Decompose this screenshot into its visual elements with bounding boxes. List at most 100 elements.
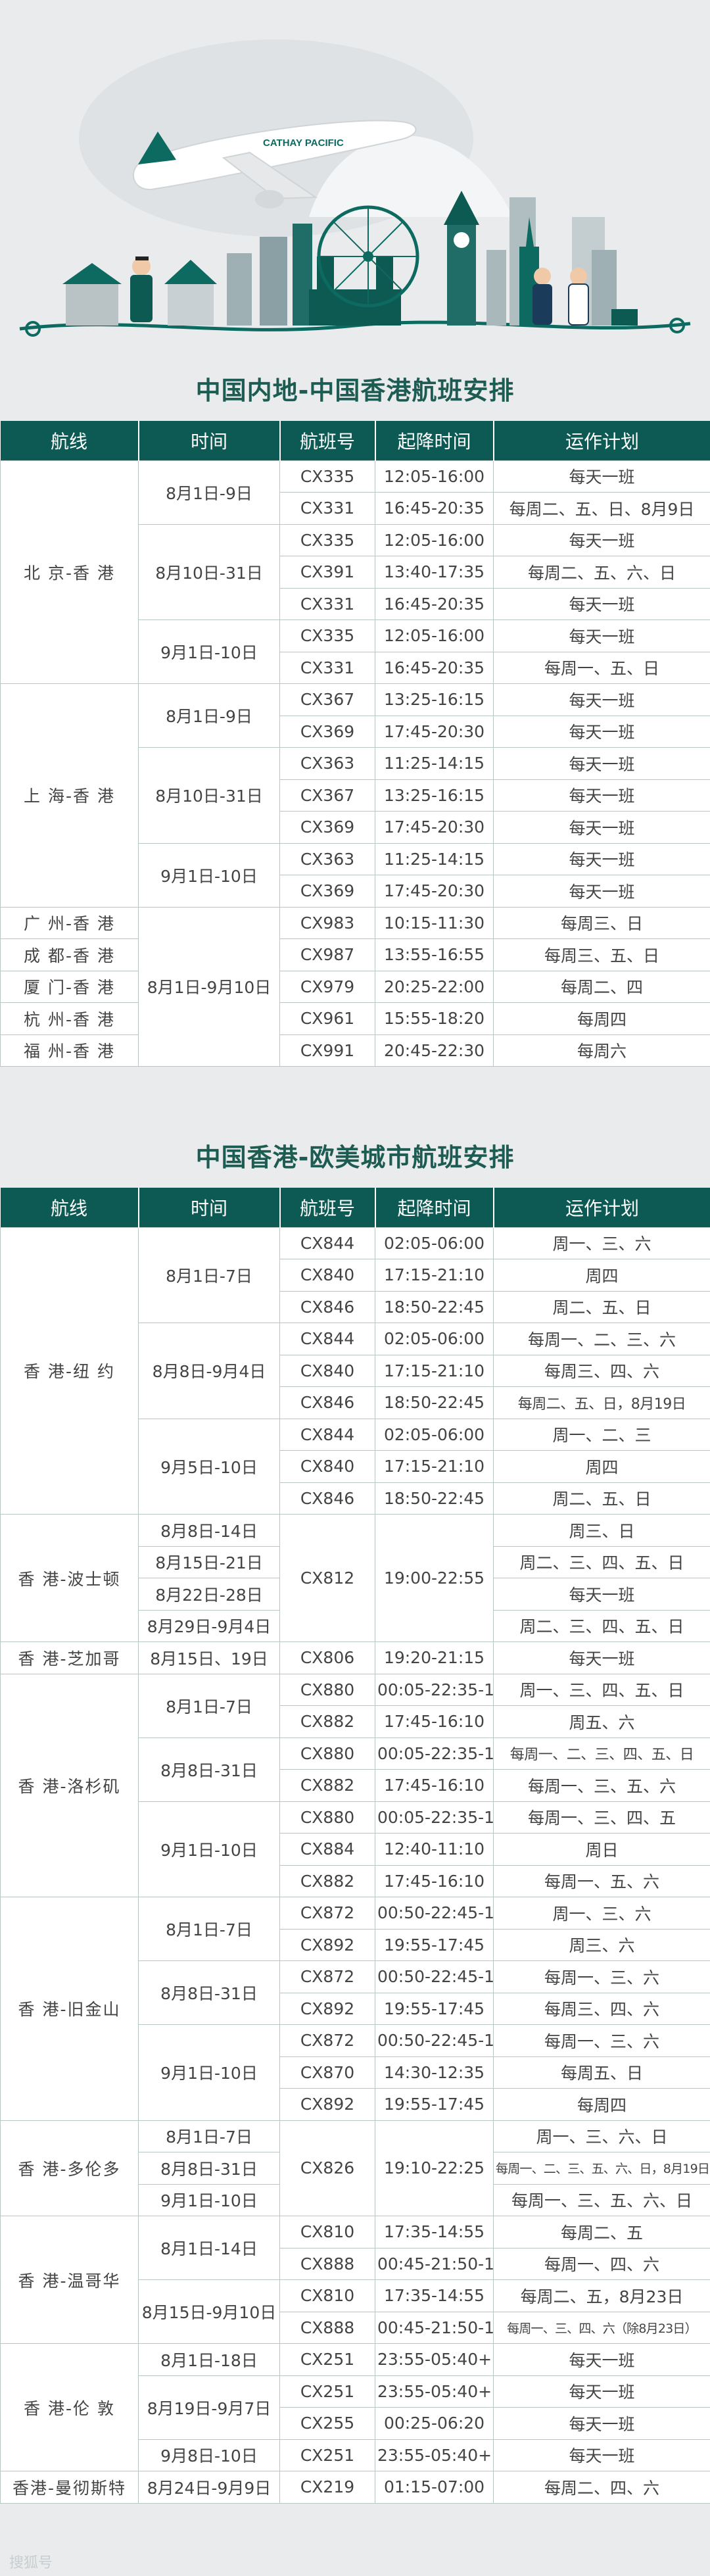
plan-cell: 每周三、四、六 (493, 1354, 710, 1387)
flight-number-cell: CX987 (279, 938, 375, 971)
plan-cell: 每周一、五、六 (493, 1864, 710, 1897)
flight-number-cell: CX363 (279, 842, 375, 875)
time-cell: 23:55-05:40+1 (375, 2343, 494, 2376)
time-cell: 19:55-17:45 (375, 1928, 494, 1961)
flight-number-cell: CX812 (279, 1514, 375, 1642)
route-cell: 厦 门-香 港 (0, 970, 139, 1003)
route-cell: 香 港-波士顿 (0, 1514, 139, 1642)
time-cell: 02:05-06:00 (375, 1418, 494, 1451)
route-cell: 广 州-香 港 (0, 906, 139, 939)
time-cell: 00:50-22:45-1 (375, 1960, 494, 1993)
date-cell: 9月1日-10日 (138, 842, 280, 908)
flight-number-cell: CX391 (279, 556, 375, 589)
time-cell: 19:10-22:25 (375, 2120, 494, 2216)
flight-number-cell: CX979 (279, 970, 375, 1003)
flight-number-cell: CX888 (279, 2247, 375, 2280)
time-cell: 19:55-17:45 (375, 2088, 494, 2121)
schedule-table: 航线 时间 航班号 起降时间 运作计划北 京-香 港 8月1日-9日 CX335 12:05-… (0, 421, 710, 1067)
plan-cell: 每天一班 (493, 683, 710, 716)
time-cell: 17:45-20:30 (375, 811, 494, 844)
table-row: 杭 州-香 港 CX961 15:55-18:20 每周四 (0, 1002, 710, 1035)
plan-cell: 每周三、五、日 (493, 938, 710, 971)
time-cell: 13:55-16:55 (375, 938, 494, 971)
date-cell: 9月1日-10日 (138, 620, 280, 684)
flight-number-cell: CX810 (279, 2216, 375, 2248)
date-cell: 8月1日-7日 (138, 1673, 280, 1738)
flight-number-cell: CX335 (279, 620, 375, 652)
plan-cell: 周二、五、日 (493, 1482, 710, 1515)
plan-cell: 周一、三、六、日 (493, 2120, 710, 2152)
time-cell: 17:15-21:10 (375, 1354, 494, 1387)
plan-cell: 周一、三、六 (493, 1897, 710, 1930)
date-cell: 8月8日-31日 (138, 1960, 280, 2025)
route-cell: 香 港-芝加哥 (0, 1641, 139, 1674)
route-cell: 福 州-香 港 (0, 1034, 139, 1067)
date-cell: 8月22日-28日 (138, 1578, 280, 1611)
table-header-row: 航线 时间 航班号 起降时间 运作计划 (0, 421, 710, 460)
plan-cell: 每周四 (493, 2088, 710, 2121)
date-cell: 8月10日-31日 (138, 523, 280, 620)
flight-number-cell: CX880 (279, 1673, 375, 1706)
flight-number-cell: CX882 (279, 1864, 375, 1897)
date-cell: 8月1日-9月10日 (138, 906, 280, 1067)
column-header: 运作计划 (493, 1188, 710, 1227)
plan-cell: 每周六 (493, 1034, 710, 1067)
time-cell: 10:15-11:30 (375, 906, 494, 939)
plan-cell: 周三、日 (493, 1514, 710, 1547)
time-cell: 16:45-20:35 (375, 651, 494, 684)
column-header: 航班号 (279, 1188, 376, 1227)
date-cell: 9月1日-10日 (138, 1801, 280, 1897)
plan-cell: 每天一班 (493, 620, 710, 652)
plan-cell: 每周一、五、日 (493, 651, 710, 684)
flight-number-cell: CX844 (279, 1323, 375, 1355)
plan-cell: 每周五、日 (493, 2056, 710, 2089)
flight-number-cell: CX880 (279, 1801, 375, 1834)
date-cell: 8月8日-9月4日 (138, 1323, 280, 1419)
time-cell: 17:15-21:10 (375, 1259, 494, 1292)
date-cell: 9月1日-10日 (138, 2024, 280, 2121)
flight-number-cell: CX872 (279, 1897, 375, 1930)
flight-number-cell: CX255 (279, 2407, 375, 2440)
date-cell: 8月1日-7日 (138, 2120, 280, 2152)
time-cell: 17:45-16:10 (375, 1769, 494, 1802)
column-header: 时间 (138, 1188, 281, 1227)
flight-number-cell: CX882 (279, 1705, 375, 1738)
flight-number-cell: CX844 (279, 1227, 375, 1259)
time-cell: 00:05-22:35-1 (375, 1737, 494, 1770)
date-cell: 8月29日-9月4日 (138, 1609, 280, 1642)
column-header: 航班号 (279, 421, 376, 460)
flight-number-cell: CX367 (279, 779, 375, 812)
flight-number-cell: CX331 (279, 651, 375, 684)
plan-cell: 每周三、四、六 (493, 1992, 710, 2025)
column-header: 起降时间 (375, 1188, 494, 1227)
plan-cell: 周四 (493, 1259, 710, 1292)
plan-cell: 每周一、四、六 (493, 2247, 710, 2280)
plan-cell: 每天一班 (493, 587, 710, 620)
flight-number-cell: CX983 (279, 906, 375, 939)
date-cell: 8月15日-9月10日 (138, 2279, 280, 2344)
date-cell: 8月15日-21日 (138, 1545, 280, 1578)
brand-text: CATHAY PACIFIC (263, 137, 344, 149)
time-cell: 17:45-20:30 (375, 715, 494, 748)
time-cell: 00:45-21:50-1 (375, 2247, 494, 2280)
date-cell: 8月1日-9日 (138, 683, 280, 748)
time-cell: 17:15-21:10 (375, 1450, 494, 1483)
plan-cell: 周五、六 (493, 1705, 710, 1738)
flight-number-cell: CX892 (279, 2088, 375, 2121)
flight-number-cell: CX872 (279, 1960, 375, 1993)
flight-number-cell: CX335 (279, 460, 375, 493)
time-cell: 12:05-16:00 (375, 460, 494, 493)
column-header: 航线 (0, 1188, 139, 1227)
date-cell: 8月1日-9日 (138, 460, 280, 525)
time-cell: 00:50-22:45-1 (375, 2024, 494, 2057)
time-cell: 00:05-22:35-1 (375, 1801, 494, 1834)
flight-number-cell: CX892 (279, 1928, 375, 1961)
date-cell: 8月15日、19日 (138, 1641, 280, 1674)
flight-number-cell: CX840 (279, 1354, 375, 1387)
date-cell: 8月24日-9月9日 (138, 2471, 280, 2504)
flight-number-cell: CX251 (279, 2439, 375, 2471)
table-header-row: 航线 时间 航班号 起降时间 运作计划 (0, 1188, 710, 1227)
date-cell: 8月8日-31日 (138, 2152, 280, 2185)
date-cell: 8月19日-9月7日 (138, 2375, 280, 2440)
table-row: 北 京-香 港 8月1日-9日 CX335 12:05-16:00 每天一班 (0, 460, 710, 684)
